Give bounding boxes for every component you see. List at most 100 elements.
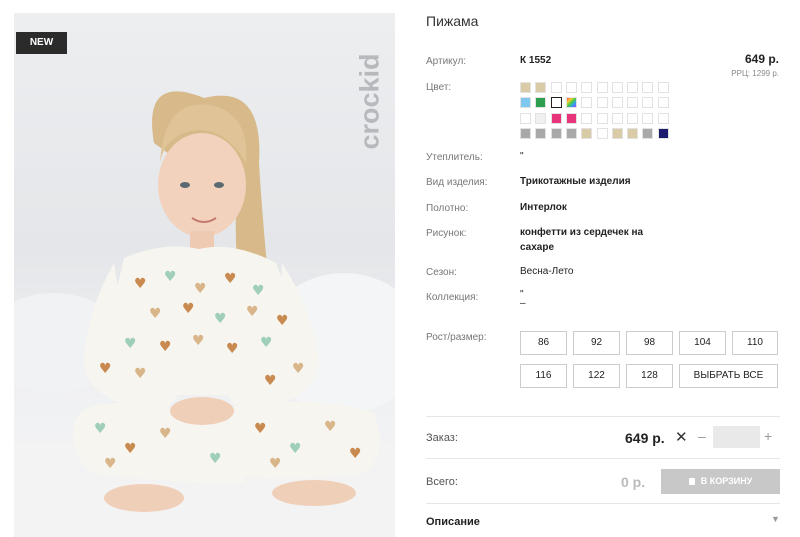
size-button-92[interactable]: 92 bbox=[573, 331, 620, 355]
svg-text:♥: ♥ bbox=[269, 456, 282, 472]
color-swatch[interactable] bbox=[550, 112, 562, 124]
svg-text:♥: ♥ bbox=[324, 419, 337, 435]
color-swatch[interactable] bbox=[657, 112, 669, 124]
color-swatch[interactable] bbox=[657, 82, 669, 93]
color-swatch[interactable] bbox=[550, 127, 562, 139]
svg-text:♥: ♥ bbox=[182, 301, 195, 317]
color-swatch[interactable] bbox=[611, 97, 623, 109]
color-swatch[interactable] bbox=[535, 112, 547, 124]
times-icon: ✕ bbox=[675, 429, 688, 446]
color-swatch[interactable] bbox=[596, 82, 608, 93]
article-value: К 1552 bbox=[520, 55, 552, 66]
color-swatch[interactable] bbox=[550, 82, 562, 93]
svg-text:♥: ♥ bbox=[246, 304, 259, 320]
color-swatch[interactable] bbox=[596, 97, 608, 109]
svg-text:♥: ♥ bbox=[124, 441, 137, 457]
size-button-104[interactable]: 104 bbox=[679, 331, 726, 355]
color-label: Цвет: bbox=[426, 82, 452, 93]
select-all-sizes-button[interactable]: ВЫБРАТЬ ВСЕ bbox=[679, 364, 778, 388]
color-swatch[interactable] bbox=[627, 82, 639, 93]
kind-value: Трикотажные изделия bbox=[520, 176, 631, 187]
svg-text:♥: ♥ bbox=[99, 361, 112, 377]
color-swatch[interactable] bbox=[581, 127, 593, 139]
size-label: Рост/размер: bbox=[426, 332, 487, 343]
color-swatch[interactable] bbox=[642, 97, 654, 109]
svg-text:♥: ♥ bbox=[192, 333, 205, 349]
svg-text:♥: ♥ bbox=[134, 366, 147, 382]
color-swatch[interactable] bbox=[657, 97, 669, 109]
color-swatch[interactable] bbox=[535, 127, 547, 139]
color-swatch[interactable] bbox=[565, 112, 577, 124]
color-swatch[interactable] bbox=[657, 127, 669, 139]
season-label: Сезон: bbox=[426, 267, 457, 278]
collection-value-2: – bbox=[520, 298, 526, 309]
svg-text:♥: ♥ bbox=[260, 335, 273, 351]
color-swatch[interactable] bbox=[565, 127, 577, 139]
new-badge: NEW bbox=[16, 32, 67, 54]
color-swatch[interactable] bbox=[581, 82, 593, 93]
svg-text:♥: ♥ bbox=[159, 339, 172, 355]
color-swatch[interactable] bbox=[565, 82, 577, 93]
chevron-down-icon[interactable]: ▼ bbox=[771, 514, 780, 524]
season-value: Весна-Лето bbox=[520, 266, 574, 277]
add-to-cart-label: В КОРЗИНУ bbox=[700, 476, 753, 486]
color-swatch[interactable] bbox=[581, 97, 593, 109]
color-swatch[interactable] bbox=[549, 96, 563, 110]
increase-quantity-button[interactable]: + bbox=[764, 428, 772, 444]
color-swatch[interactable] bbox=[611, 82, 623, 93]
svg-text:♥: ♥ bbox=[252, 283, 265, 299]
color-swatch[interactable] bbox=[611, 127, 623, 139]
svg-text:♥: ♥ bbox=[94, 421, 107, 437]
color-swatch[interactable] bbox=[596, 112, 608, 124]
rrp-price: РРЦ: 1299 р. bbox=[731, 69, 779, 78]
svg-text:♥: ♥ bbox=[209, 451, 222, 467]
color-swatch[interactable] bbox=[535, 82, 547, 93]
total-label: Всего: bbox=[426, 476, 458, 488]
svg-text:♥: ♥ bbox=[134, 276, 147, 292]
color-swatch[interactable] bbox=[611, 112, 623, 124]
product-photo[interactable]: ♥ ♥ ♥ ♥ ♥ ♥ ♥ ♥ ♥ ♥ ♥ ♥ ♥ ♥ ♥ ♥ ♥ ♥ ♥ ♥ ♥ ♥ ♥ ♥ ♥ ♥ ♥… bbox=[14, 13, 395, 537]
color-swatch[interactable] bbox=[565, 97, 577, 109]
product-price: 649 р. bbox=[744, 52, 779, 66]
svg-text:♥: ♥ bbox=[194, 281, 207, 297]
svg-text:♥: ♥ bbox=[276, 313, 289, 329]
bag-icon bbox=[688, 478, 695, 485]
svg-text:♥: ♥ bbox=[224, 271, 237, 287]
size-button-128[interactable]: 128 bbox=[626, 364, 673, 388]
quantity-input[interactable] bbox=[713, 426, 760, 448]
description-toggle[interactable]: Описание bbox=[426, 516, 480, 528]
product-image: ♥ ♥ ♥ ♥ ♥ ♥ ♥ ♥ ♥ ♥ ♥ ♥ ♥ ♥ ♥ ♥ ♥ ♥ ♥ ♥ ♥ ♥ ♥ ♥ ♥ ♥ ♥… bbox=[14, 91, 395, 537]
brand-watermark: crockid bbox=[350, 31, 386, 171]
color-swatch[interactable] bbox=[642, 127, 654, 139]
size-button-116[interactable]: 116 bbox=[520, 364, 567, 388]
color-swatch[interactable] bbox=[520, 127, 531, 139]
size-button-122[interactable]: 122 bbox=[573, 364, 620, 388]
svg-text:♥: ♥ bbox=[226, 341, 239, 357]
insulation-label: Утеплитель: bbox=[426, 152, 483, 163]
color-swatch[interactable] bbox=[627, 97, 639, 109]
color-swatch[interactable] bbox=[642, 82, 654, 93]
total-value: 0 р. bbox=[621, 474, 646, 490]
add-to-cart-button[interactable]: В КОРЗИНУ bbox=[661, 469, 780, 494]
svg-text:♥: ♥ bbox=[254, 421, 267, 437]
color-swatch[interactable] bbox=[627, 112, 639, 124]
color-swatch[interactable] bbox=[520, 82, 531, 93]
svg-text:♥: ♥ bbox=[164, 269, 177, 285]
color-swatch[interactable] bbox=[520, 112, 531, 124]
kind-label: Вид изделия: bbox=[426, 177, 488, 188]
color-swatch[interactable] bbox=[535, 97, 547, 109]
divider bbox=[426, 503, 780, 504]
size-button-110[interactable]: 110 bbox=[732, 331, 778, 355]
size-button-98[interactable]: 98 bbox=[626, 331, 673, 355]
color-swatch[interactable] bbox=[581, 112, 593, 124]
svg-text:♥: ♥ bbox=[159, 426, 172, 442]
svg-text:♥: ♥ bbox=[124, 336, 137, 352]
color-swatch[interactable] bbox=[520, 97, 531, 109]
decrease-quantity-button[interactable]: – bbox=[698, 428, 706, 444]
color-swatch[interactable] bbox=[642, 112, 654, 124]
color-swatch[interactable] bbox=[627, 127, 639, 139]
product-title: Пижама bbox=[426, 13, 479, 29]
svg-text:♥: ♥ bbox=[349, 446, 362, 462]
color-swatch[interactable] bbox=[596, 127, 608, 139]
size-button-86[interactable]: 86 bbox=[520, 331, 567, 355]
